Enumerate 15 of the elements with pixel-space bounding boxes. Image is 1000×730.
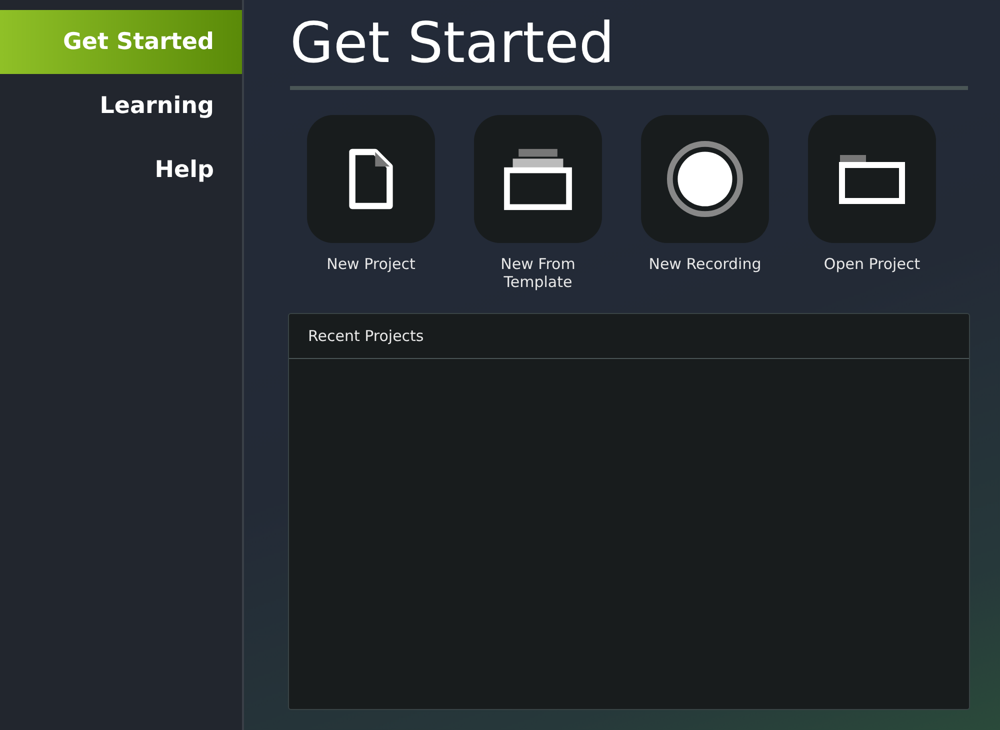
action-button[interactable] (307, 115, 435, 243)
page-title: Get Started (290, 12, 616, 76)
action-button[interactable] (474, 115, 602, 243)
action-label: New Recording (648, 255, 762, 273)
sidebar-item[interactable]: Learning (0, 74, 242, 138)
folder-icon (837, 153, 907, 205)
action-button[interactable] (808, 115, 936, 243)
action-label: New Project (326, 255, 416, 273)
sidebar-item[interactable]: Help (0, 138, 242, 202)
panel-title: Recent Projects (289, 314, 969, 359)
stacked-trays-icon (503, 147, 573, 211)
action-label: New From Template (500, 255, 576, 291)
record-icon (666, 140, 744, 218)
action-button[interactable] (641, 115, 769, 243)
action-label: Open Project (822, 255, 922, 273)
